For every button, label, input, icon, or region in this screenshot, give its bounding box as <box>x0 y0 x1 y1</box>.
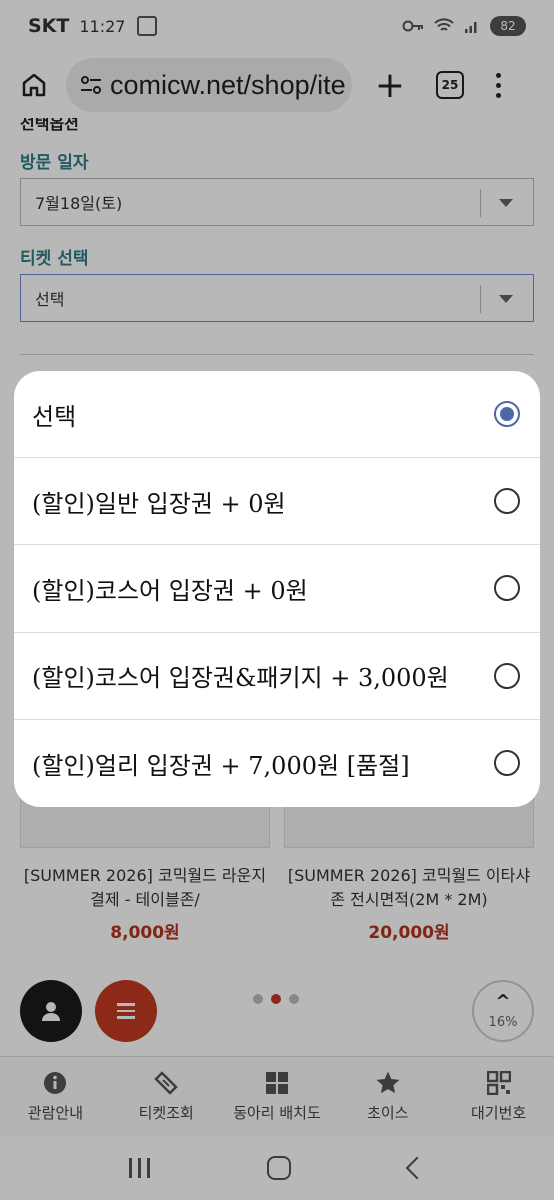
option-item[interactable]: 선택 <box>14 371 540 459</box>
option-label: (할인)코스어 입장권 + 0원 <box>32 576 308 605</box>
radio-button-selected[interactable] <box>494 401 520 428</box>
radio-button[interactable] <box>494 575 520 602</box>
option-item[interactable]: (할인)얼리 입장권 + 7,000원 [품절] <box>14 720 540 807</box>
option-label: (할인)코스어 입장권&패키지 + 3,000원 <box>32 664 449 693</box>
ticket-option-dialog: 선택 (할인)일반 입장권 + 0원 (할인)코스어 입장권 + 0원 (할인)… <box>14 371 540 807</box>
option-label: (할인)일반 입장권 + 0원 <box>32 489 286 518</box>
option-item[interactable]: (할인)코스어 입장권&패키지 + 3,000원 <box>14 633 540 720</box>
option-label: 선택 <box>32 402 77 431</box>
radio-button[interactable] <box>494 488 520 515</box>
option-item[interactable]: (할인)코스어 입장권 + 0원 <box>14 545 540 633</box>
option-label: (할인)얼리 입장권 + 7,000원 [품절] <box>32 751 410 780</box>
radio-button[interactable] <box>494 750 520 777</box>
radio-button[interactable] <box>494 662 520 689</box>
option-item[interactable]: (할인)일반 입장권 + 0원 <box>14 458 540 546</box>
